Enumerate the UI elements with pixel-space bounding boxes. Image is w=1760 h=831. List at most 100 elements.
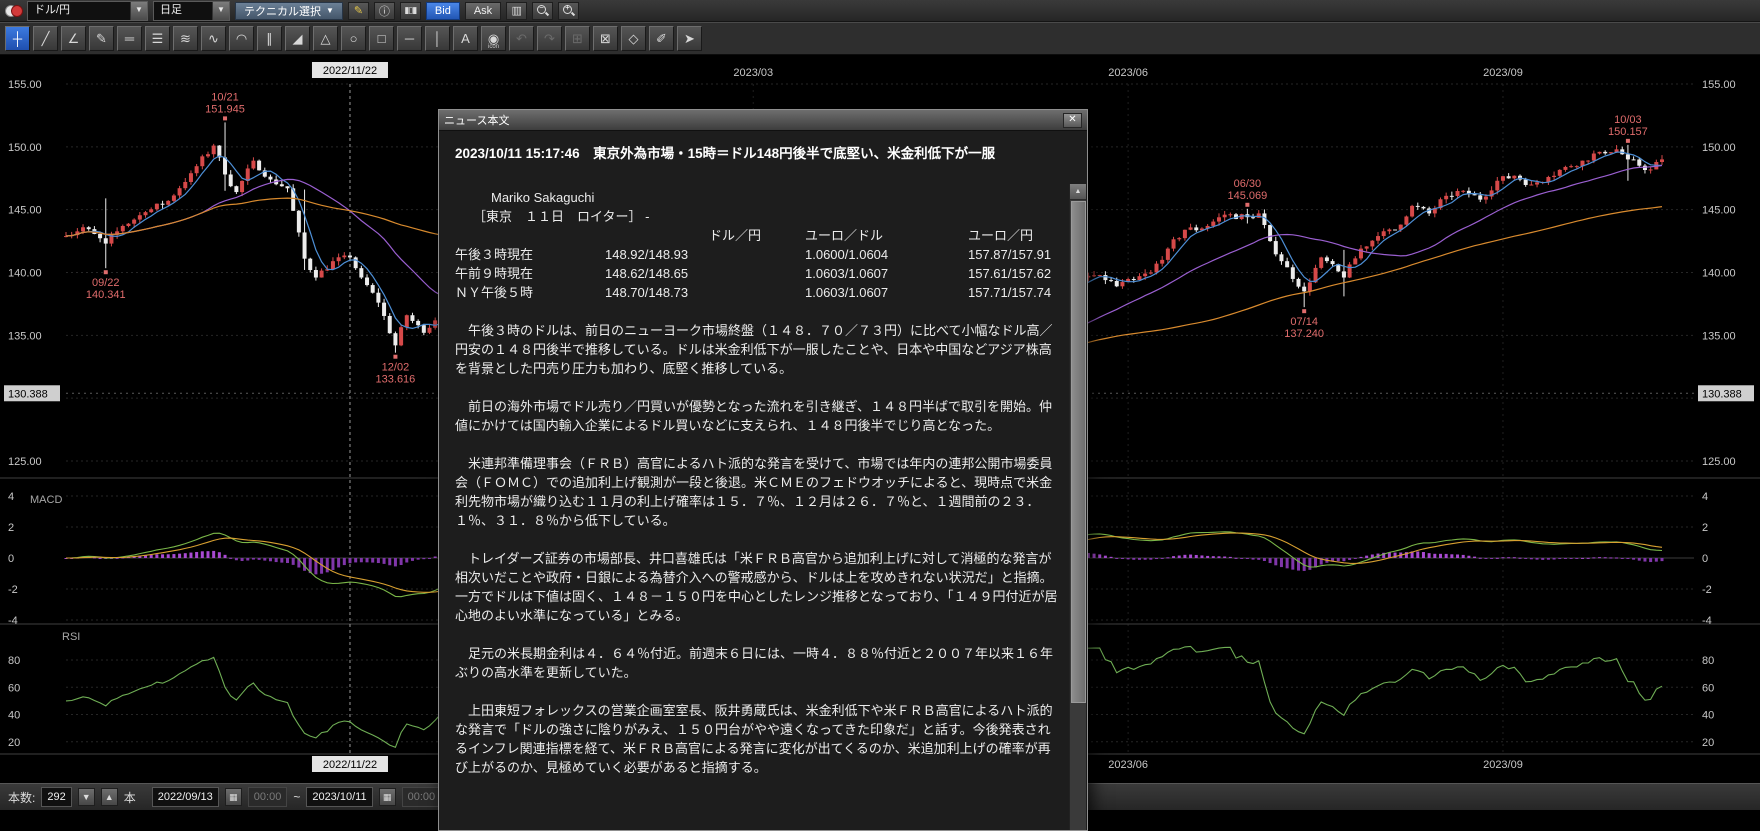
scrollbar-thumb[interactable]: [1071, 201, 1086, 703]
news-paragraph: 午後３時のドルは、前日のニューヨーク市場終盤（１４８．７０／７３円）に比べて小幅…: [455, 321, 1061, 378]
eraser-tool[interactable]: ◇: [621, 26, 646, 51]
calendar-icon[interactable]: ▦: [379, 788, 396, 806]
svg-text:60: 60: [1702, 682, 1714, 694]
news-body: Mariko Sakaguchi ［東京 １１日 ロイター］ - ドル／円ユーロ…: [439, 184, 1069, 830]
currency-pair-icon: [5, 4, 22, 18]
svg-text:-2: -2: [1702, 584, 1712, 596]
time-to-input: 00:00: [402, 787, 442, 807]
svg-text:155.00: 155.00: [1702, 79, 1736, 91]
svg-text:-4: -4: [1702, 615, 1712, 627]
zoom-out-button[interactable]: −: [532, 2, 553, 20]
svg-text:80: 80: [8, 655, 20, 667]
timeframe-select[interactable]: 日足 ▼: [153, 1, 230, 21]
news-paragraph: 上田東短フォレックスの営業企画室室長、阪井勇蔵氏は、米金利低下や米ＦＲＢ高官によ…: [455, 701, 1061, 777]
svg-text:20: 20: [1702, 737, 1714, 749]
svg-text:133.616: 133.616: [376, 374, 416, 386]
chart-type-button[interactable]: ▮▯▮: [400, 2, 421, 20]
freehand-tool[interactable]: ✎: [89, 26, 114, 51]
svg-text:60: 60: [8, 682, 20, 694]
svg-text:150.00: 150.00: [8, 142, 42, 154]
zoom-out-icon: −: [536, 4, 549, 17]
delete-drawing-tool[interactable]: ⊠: [593, 26, 618, 51]
zoom-in-button[interactable]: +: [558, 2, 579, 20]
vertical-channel-tool[interactable]: ∥: [257, 26, 282, 51]
chevron-down-icon: ▼: [326, 6, 334, 15]
text-tool[interactable]: A: [453, 26, 478, 51]
svg-text:137.240: 137.240: [1284, 328, 1324, 340]
svg-text:09/22: 09/22: [92, 277, 120, 289]
rate-usdjpy: 148.70/148.73: [605, 283, 805, 302]
rate-row-label: 午前９時現在: [455, 264, 605, 283]
svg-text:151.945: 151.945: [205, 103, 245, 115]
news-scrollbar[interactable]: ▲: [1069, 184, 1086, 830]
close-icon[interactable]: ✕: [1063, 113, 1082, 128]
crosshair-tool[interactable]: ┼: [5, 26, 30, 51]
news-dialog-title: ニュース本文: [444, 112, 509, 128]
svg-text:RSI: RSI: [62, 631, 80, 643]
undo-tool[interactable]: ↶: [509, 26, 534, 51]
bar-count-input[interactable]: 292: [41, 787, 71, 807]
calendar-icon[interactable]: ▦: [225, 788, 242, 806]
arc-tool[interactable]: ◠: [229, 26, 254, 51]
info-icon: ⓘ: [379, 3, 390, 19]
date-from-input[interactable]: 2022/09/13: [152, 787, 219, 807]
bid-toggle-button[interactable]: Bid: [426, 2, 460, 20]
scroll-up-icon[interactable]: ▲: [1070, 184, 1086, 200]
chart-window-icon: ▥: [511, 4, 521, 17]
group-tool[interactable]: ⊞: [565, 26, 590, 51]
rectangle-tool[interactable]: □: [369, 26, 394, 51]
svg-text:-2: -2: [8, 584, 18, 596]
rate-eurusd: 1.0603/1.0607: [805, 264, 968, 283]
timeframe-select-value: 日足: [154, 2, 212, 20]
news-paragraph: トレイダーズ証券の市場部長、井口喜雄氏は「米ＦＲＢ高官から追加利上げに対して消極…: [455, 549, 1061, 625]
rate-eurjpy: 157.61/157.62: [968, 264, 1061, 283]
triangle-tool[interactable]: △: [313, 26, 338, 51]
chart-window-button[interactable]: ▥: [506, 2, 527, 20]
fan-lines-tool[interactable]: ◢: [285, 26, 310, 51]
chevron-down-icon[interactable]: ▼: [212, 2, 229, 20]
vertical-line-tool[interactable]: │: [425, 26, 450, 51]
rate-usdjpy: 148.62/148.65: [605, 264, 805, 283]
technical-select-button[interactable]: テクニカル選択 ▼: [235, 2, 343, 20]
zoom-in-icon: +: [562, 4, 575, 17]
pair-select[interactable]: ドル/円 ▼: [27, 1, 148, 21]
parallel-lines-tool[interactable]: ═: [117, 26, 142, 51]
pointer-tool[interactable]: ➤: [677, 26, 702, 51]
svg-text:140.00: 140.00: [1702, 267, 1736, 279]
svg-text:150.00: 150.00: [1702, 142, 1736, 154]
svg-text:80: 80: [1702, 655, 1714, 667]
svg-text:40: 40: [1702, 710, 1714, 722]
fib-retracement-tool[interactable]: ☰: [145, 26, 170, 51]
news-dialog-titlebar[interactable]: ニュース本文 ✕: [439, 110, 1087, 131]
news-paragraph: 前日の海外市場でドル売り／円買いが優勢となった流れを引き継ぎ、１４８円半ばで取引…: [455, 397, 1061, 435]
angle-line-tool[interactable]: ∠: [61, 26, 86, 51]
svg-text:130.388: 130.388: [8, 388, 48, 400]
svg-text:12/02: 12/02: [382, 362, 410, 374]
rate-header: ユーロ／ドル: [805, 226, 968, 245]
chevron-down-icon[interactable]: ▼: [78, 788, 95, 806]
chevron-down-icon[interactable]: ▼: [130, 2, 147, 20]
trendline-tool[interactable]: ╱: [33, 26, 58, 51]
redo-tool[interactable]: ↷: [537, 26, 562, 51]
edit-points-tool[interactable]: ✐: [649, 26, 674, 51]
rate-header: ユーロ／円: [968, 226, 1061, 245]
svg-text:145.00: 145.00: [8, 205, 42, 217]
ellipse-tool[interactable]: ○: [341, 26, 366, 51]
svg-text:125.00: 125.00: [8, 456, 42, 468]
horizontal-line-tool[interactable]: ─: [397, 26, 422, 51]
icon-stamp-tool[interactable]: ◉icon: [481, 26, 506, 51]
wave-tool[interactable]: ∿: [201, 26, 226, 51]
info-button[interactable]: ⓘ: [374, 2, 395, 20]
rate-usdjpy: 148.92/148.93: [605, 245, 805, 264]
rate-header-spacer: [455, 226, 605, 245]
news-paragraphs: 午後３時のドルは、前日のニューヨーク市場終盤（１４８．７０／７３円）に比べて小幅…: [455, 321, 1061, 777]
svg-text:2: 2: [1702, 522, 1708, 534]
bar-count-label: 本数:: [8, 789, 35, 806]
svg-text:145.069: 145.069: [1227, 190, 1267, 202]
fib-timezone-tool[interactable]: ≋: [173, 26, 198, 51]
date-to-input[interactable]: 2023/10/11: [306, 787, 372, 807]
chevron-up-icon[interactable]: ▲: [101, 788, 118, 806]
draw-mode-button[interactable]: ✎: [348, 2, 369, 20]
pencil-icon: ✎: [354, 4, 363, 17]
ask-toggle-button[interactable]: Ask: [465, 2, 501, 20]
